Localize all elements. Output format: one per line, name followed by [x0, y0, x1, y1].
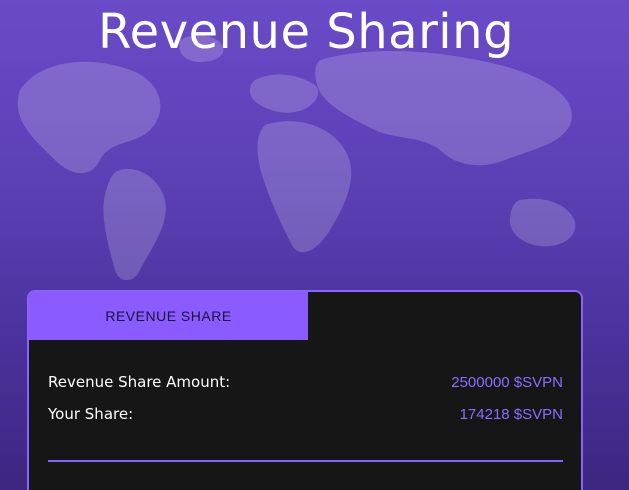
page-title: Revenue Sharing	[97, 4, 515, 60]
revenue-share-amount-label: Revenue Share Amount:	[48, 373, 231, 391]
tab-bar: REVENUE SHARE	[29, 292, 581, 340]
revenue-share-details: Revenue Share Amount: 2500000 $SVPN Your…	[29, 340, 581, 430]
divider	[48, 460, 563, 462]
your-share-value: 174218 $SVPN	[459, 405, 563, 423]
your-share-row: Your Share: 174218 $SVPN	[48, 398, 563, 430]
tab-revenue-share[interactable]: REVENUE SHARE	[29, 292, 308, 340]
your-share-label: Your Share:	[48, 405, 134, 423]
revenue-share-amount-row: Revenue Share Amount: 2500000 $SVPN	[48, 366, 563, 398]
revenue-share-amount-value: 2500000 $SVPN	[451, 373, 563, 391]
revenue-share-card: REVENUE SHARE Revenue Share Amount: 2500…	[27, 290, 583, 490]
